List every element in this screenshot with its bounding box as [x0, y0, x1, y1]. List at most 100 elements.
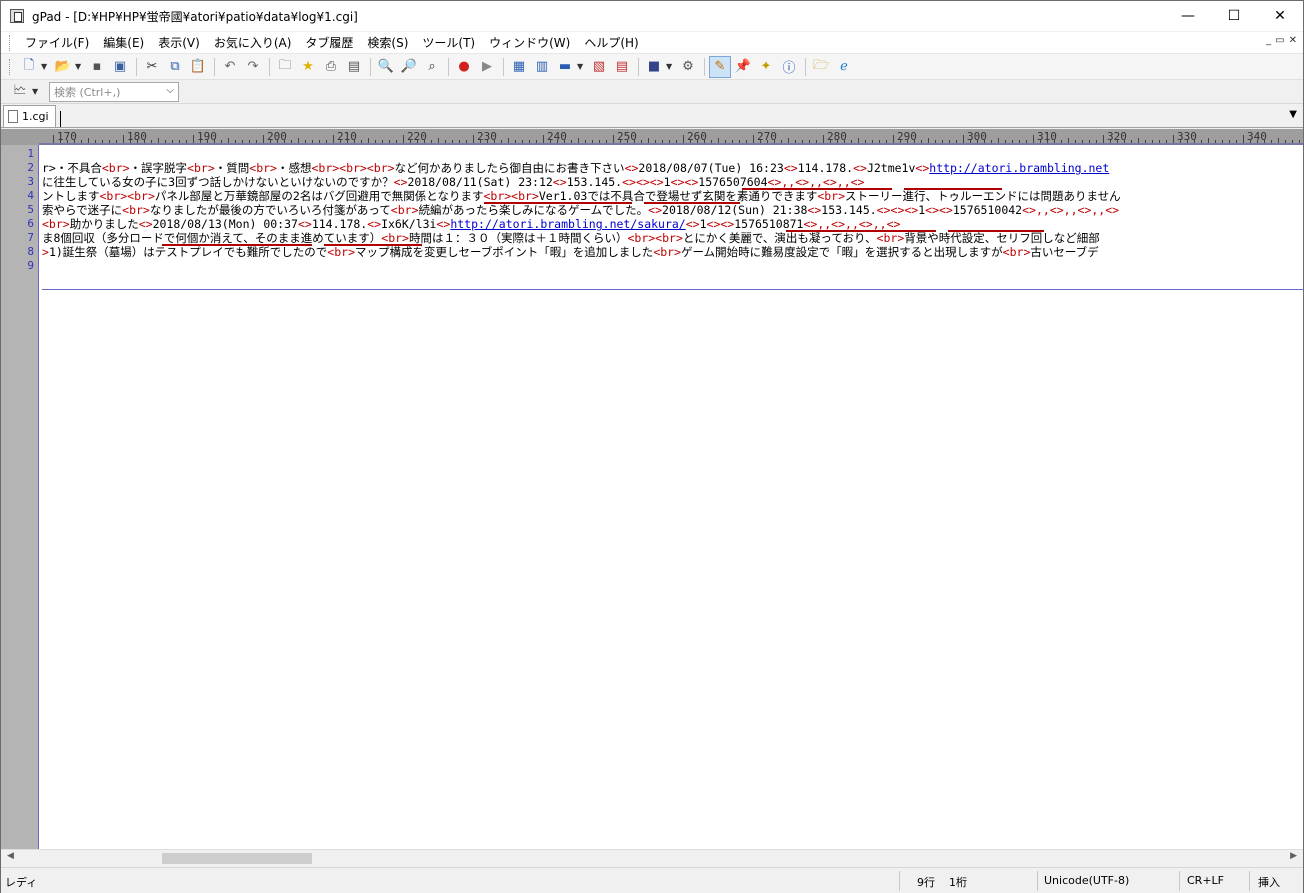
color-scheme-icon[interactable]: ■ — [643, 56, 665, 78]
edit-pen-icon[interactable]: ✎ — [709, 55, 731, 78]
menu-view[interactable]: 表示(V) — [151, 34, 207, 51]
status-encoding[interactable]: Unicode(UTF-8) — [1044, 874, 1129, 887]
text-content[interactable]: r>・不具合<br>・誤字脱字<br>・質問<br>・感想<br><br><br… — [42, 147, 1303, 849]
window-list-icon[interactable]: ▬ — [554, 56, 576, 78]
status-insert-mode[interactable]: 挿入 — [1258, 874, 1280, 890]
mdi-minimize-button[interactable]: _ — [1266, 35, 1271, 46]
new-file-dropdown-icon[interactable]: ▼ — [41, 62, 49, 71]
explorer-folder-icon[interactable]: 🗁 — [810, 56, 832, 78]
tag-br: <br> — [42, 217, 70, 231]
scroll-right-icon[interactable]: ▶ — [1290, 851, 1297, 861]
favorite-star-icon[interactable]: ★ — [297, 56, 319, 78]
status-separator — [899, 871, 900, 891]
minimize-button[interactable]: — — [1165, 1, 1211, 31]
maximize-button[interactable]: ☐ — [1211, 1, 1257, 31]
search-options-icon[interactable]: 🗠 — [9, 81, 31, 103]
new-note-icon[interactable]: ✦ — [755, 56, 777, 78]
save-icon[interactable]: ▪ — [86, 56, 108, 78]
mdi-close-button[interactable]: ✕ — [1289, 35, 1297, 46]
ruler-tick — [1124, 140, 1125, 143]
menu-search[interactable]: 検索(S) — [360, 34, 415, 51]
ruler-tick — [1166, 140, 1167, 143]
status-separator — [1179, 871, 1180, 891]
find-next-icon[interactable]: 🔎 — [398, 56, 420, 78]
menu-edit[interactable]: 編集(E) — [96, 34, 151, 51]
chevron-down-icon[interactable]: ⌵ — [166, 85, 174, 96]
settings-icon[interactable]: ⚙ — [677, 56, 699, 78]
menubar-grip-icon[interactable] — [9, 34, 12, 51]
search-input[interactable]: 検索 (Ctrl+,) ⌵ — [49, 81, 179, 102]
horizontal-scrollbar[interactable]: ◀ ▶ — [1, 849, 1303, 866]
browser-icon[interactable]: ℯ — [833, 56, 855, 78]
ruler-tick — [928, 138, 929, 143]
line-number: 1 — [27, 147, 34, 160]
print-preview-icon[interactable]: ▤ — [343, 56, 365, 78]
tag-br: <br> — [249, 161, 277, 175]
open-folder-icon[interactable]: 📂 — [52, 56, 74, 78]
mdi-restore-button[interactable]: ▭ — [1275, 35, 1284, 46]
ruler-tick — [452, 140, 453, 143]
tile-view-icon[interactable]: ▤ — [611, 56, 633, 78]
ruler-tick — [746, 140, 747, 143]
ruler-tick — [963, 135, 964, 143]
ruler-tick — [235, 140, 236, 143]
folder-icon[interactable]: 🗀 — [274, 56, 296, 78]
field-separator: <> — [853, 161, 867, 175]
menu-window[interactable]: ウィンドウ(W) — [482, 34, 577, 51]
find-icon[interactable]: 🔍 — [375, 56, 397, 78]
new-file-icon[interactable]: 🗋 — [18, 56, 40, 78]
play-macro-icon[interactable]: ▶ — [476, 56, 498, 78]
redo-icon[interactable]: ↷ — [242, 56, 264, 78]
menu-file[interactable]: ファイル(F) — [18, 34, 96, 51]
text-segment: に往生している女の子に3回ずつ話しかけないといけないのですか？ — [42, 175, 394, 189]
color-scheme-dropdown-icon[interactable]: ▼ — [666, 62, 674, 71]
text-segment: 索やらで迷子に — [42, 203, 123, 217]
window-list-dropdown-icon[interactable]: ▼ — [577, 62, 585, 71]
save-all-icon[interactable]: ▣ — [109, 56, 131, 78]
app-icon[interactable] — [10, 9, 24, 23]
scroll-left-icon[interactable]: ◀ — [7, 851, 14, 861]
ruler-tick — [291, 140, 292, 143]
ruler-tick — [900, 140, 901, 143]
menu-help[interactable]: ヘルプ(H) — [577, 34, 645, 51]
tab-list-dropdown-icon[interactable]: ▼ — [1289, 109, 1297, 120]
ruler-tick — [1117, 140, 1118, 143]
info-icon[interactable]: ⓘ — [778, 56, 800, 78]
open-dropdown-icon[interactable]: ▼ — [75, 62, 83, 71]
line-number-gutter[interactable]: 1 2 3 4 5 6 7 8 9 — [1, 129, 39, 849]
scrollbar-thumb[interactable] — [162, 853, 312, 864]
tab-1-cgi[interactable]: 1.cgi — [3, 105, 56, 127]
split-view-icon[interactable]: ▧ — [588, 56, 610, 78]
toolbar-grip-icon[interactable] — [9, 58, 12, 75]
text-line-4: ントします<br><br>パネル部屋と万華鏡部屋の2名はバグ回避用で無関係となり… — [42, 189, 1121, 203]
line-number: 8 — [27, 245, 34, 258]
grid-view-icon[interactable]: ▦ — [508, 56, 530, 78]
record-macro-icon[interactable]: ● — [453, 56, 475, 78]
underline-mark — [786, 230, 936, 232]
url-link[interactable]: http://atori.brambling.net — [929, 161, 1109, 175]
underline-mark — [324, 244, 422, 246]
search-options-dropdown-icon[interactable]: ▼ — [32, 87, 40, 96]
tag-br: <br> — [1002, 245, 1031, 259]
column-view-icon[interactable]: ▥ — [531, 56, 553, 78]
underline-mark — [162, 244, 312, 246]
url-link[interactable]: http://atori.brambling.net/sakura/ — [450, 217, 685, 231]
menu-favorites[interactable]: お気に入り(A) — [207, 34, 299, 51]
copy-icon[interactable]: ⧉ — [164, 56, 186, 78]
close-button[interactable]: ✕ — [1257, 1, 1303, 31]
pin-icon[interactable]: 📌 — [732, 56, 754, 78]
print-icon[interactable]: ⎙ — [320, 56, 342, 78]
status-newline[interactable]: CR+LF — [1187, 874, 1224, 887]
cut-icon[interactable]: ✂ — [141, 56, 163, 78]
undo-icon[interactable]: ↶ — [219, 56, 241, 78]
ruler-tick — [753, 135, 754, 143]
editor-area[interactable]: 1 2 3 4 5 6 7 8 9 170 180 190 200 210 22… — [1, 129, 1303, 849]
ruler-tick — [123, 135, 124, 143]
paste-icon[interactable]: 📋 — [187, 56, 209, 78]
column-ruler[interactable]: 170 180 190 200 210 220 230 240 250 260 … — [39, 129, 1303, 145]
menu-tools[interactable]: ツール(T) — [415, 34, 482, 51]
replace-icon[interactable]: ⌕ — [421, 56, 443, 78]
ruler-tick — [326, 140, 327, 143]
menu-tab-history[interactable]: タブ履歴 — [298, 34, 360, 51]
ruler-tick — [1208, 138, 1209, 143]
